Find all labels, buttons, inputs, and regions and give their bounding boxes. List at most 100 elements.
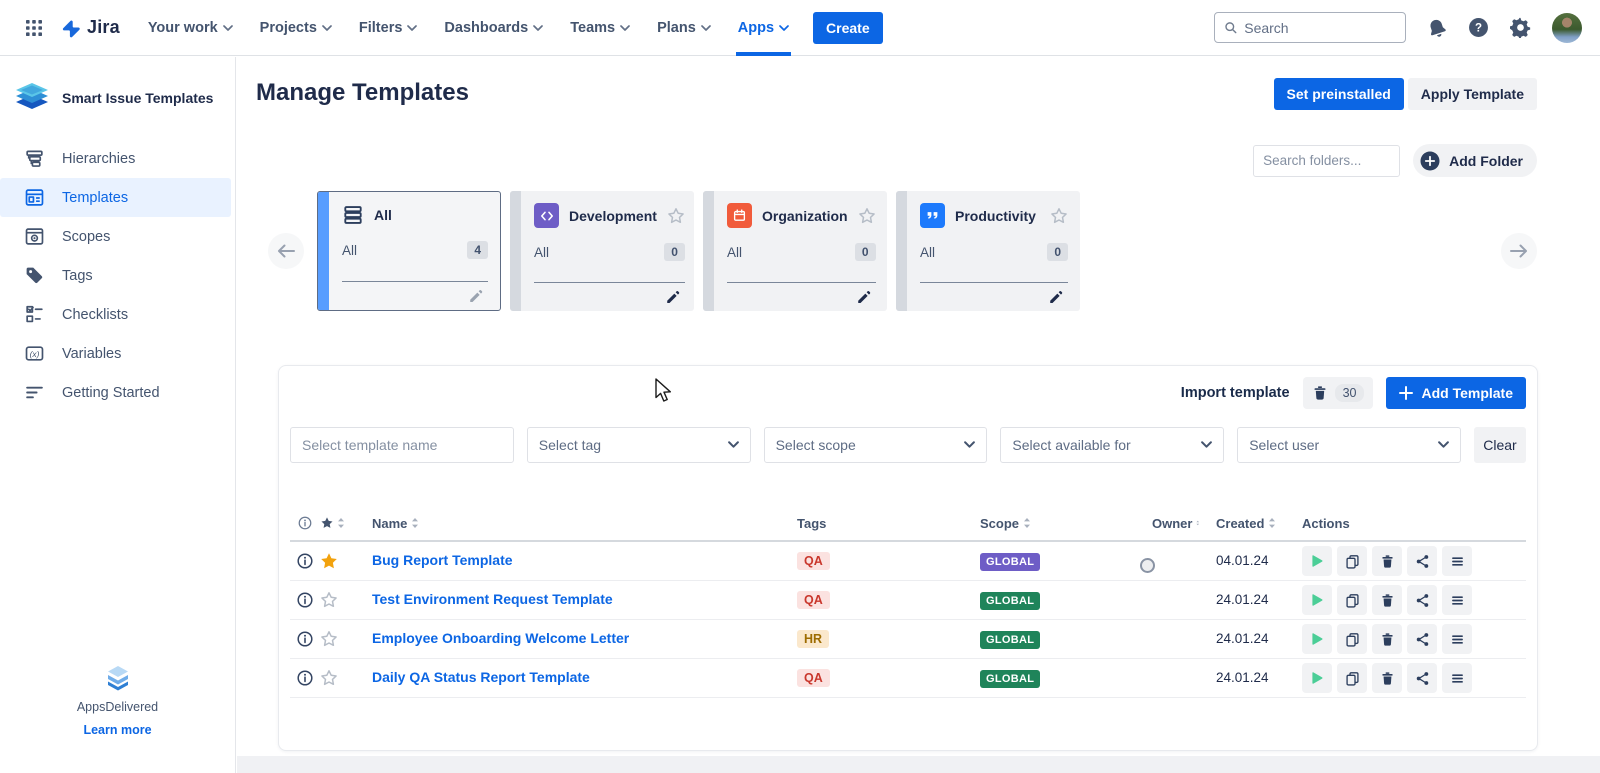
copy-template-button[interactable]: [1337, 624, 1367, 654]
favorite-star-icon[interactable]: [320, 630, 338, 648]
nav-item-dashboards[interactable]: Dashboards: [444, 0, 543, 56]
settings-icon[interactable]: [1510, 17, 1531, 38]
tag-filter-select[interactable]: Select tag: [527, 427, 751, 463]
info-icon[interactable]: [297, 553, 313, 569]
star-icon[interactable]: [1050, 207, 1068, 225]
info-icon[interactable]: [297, 592, 313, 608]
edit-pencil-icon[interactable]: [468, 288, 484, 304]
share-template-button[interactable]: [1407, 624, 1437, 654]
nav-item-apps[interactable]: Apps: [738, 0, 789, 56]
copy-template-button[interactable]: [1337, 546, 1367, 576]
scope-filter-select[interactable]: Select scope: [764, 427, 988, 463]
carousel-prev-button[interactable]: [268, 233, 304, 269]
column-header-created[interactable]: Created: [1200, 516, 1286, 531]
sidebar-item-hierarchies[interactable]: Hierarchies: [0, 139, 231, 178]
nav-item-your-work[interactable]: Your work: [148, 0, 233, 56]
row-menu-button[interactable]: [1442, 546, 1472, 576]
help-icon[interactable]: ?: [1468, 17, 1489, 38]
page-title: Manage Templates: [256, 79, 469, 107]
nav-item-plans[interactable]: Plans: [657, 0, 711, 56]
sidebar-item-scopes[interactable]: Scopes: [0, 217, 231, 256]
copy-template-button[interactable]: [1337, 585, 1367, 615]
info-icon[interactable]: [297, 670, 313, 686]
share-template-button[interactable]: [1407, 663, 1437, 693]
info-icon[interactable]: [297, 631, 313, 647]
template-name-link[interactable]: Daily QA Status Report Template: [372, 669, 590, 685]
jira-logo[interactable]: Jira: [60, 17, 120, 39]
sidebar-item-templates[interactable]: Templates: [0, 178, 231, 217]
star-icon[interactable]: [667, 207, 685, 225]
user-avatar[interactable]: [1552, 13, 1582, 43]
row-menu-button[interactable]: [1442, 585, 1472, 615]
sidebar-item-variables[interactable]: (x) Variables: [0, 334, 231, 373]
folder-sub-label: All: [534, 245, 664, 260]
arrow-right-icon: [1509, 243, 1529, 259]
delete-template-button[interactable]: [1372, 663, 1402, 693]
folder-card-all[interactable]: All All 4: [317, 191, 501, 311]
run-template-button[interactable]: [1302, 624, 1332, 654]
add-folder-button[interactable]: Add Folder: [1413, 144, 1537, 177]
template-name-filter[interactable]: [290, 427, 514, 463]
import-template-button[interactable]: Import template: [1181, 385, 1290, 401]
column-header-scope[interactable]: Scope: [964, 516, 1136, 531]
favorite-star-icon[interactable]: [320, 591, 338, 609]
run-template-button[interactable]: [1302, 585, 1332, 615]
created-date: 24.01.24: [1216, 592, 1269, 607]
notifications-icon[interactable]: [1427, 18, 1447, 38]
row-menu-button[interactable]: [1442, 663, 1472, 693]
scope-lozenge: GLOBAL: [980, 631, 1040, 649]
nav-item-projects[interactable]: Projects: [260, 0, 332, 56]
favorite-star-icon[interactable]: [320, 669, 338, 687]
template-name-link[interactable]: Employee Onboarding Welcome Letter: [372, 630, 629, 646]
sidebar-item-tags[interactable]: Tags: [0, 256, 231, 295]
column-header-owner[interactable]: Owner: [1136, 516, 1200, 531]
user-filter-select[interactable]: Select user: [1237, 427, 1461, 463]
sidebar-item-checklists[interactable]: Checklists: [0, 295, 231, 334]
run-template-button[interactable]: [1302, 663, 1332, 693]
star-icon[interactable]: [858, 207, 876, 225]
folder-card-organization[interactable]: Organization All 0: [703, 191, 887, 311]
search-input[interactable]: [1244, 20, 1396, 36]
delete-template-button[interactable]: [1372, 546, 1402, 576]
folder-card-development[interactable]: Development All 0: [510, 191, 694, 311]
templates-icon: [24, 187, 45, 208]
add-template-button[interactable]: Add Template: [1386, 377, 1526, 409]
sort-arrows-icon: [1268, 517, 1276, 529]
sort-by-favorite[interactable]: [320, 516, 356, 530]
share-template-button[interactable]: [1407, 546, 1437, 576]
chevron-down-icon: [964, 441, 975, 449]
template-name-input[interactable]: [302, 437, 502, 453]
template-name-link[interactable]: Test Environment Request Template: [372, 591, 613, 607]
available-for-filter-select[interactable]: Select available for: [1000, 427, 1224, 463]
edit-pencil-icon[interactable]: [1048, 289, 1064, 305]
edit-pencil-icon[interactable]: [856, 289, 872, 305]
scope-lozenge: GLOBAL: [980, 553, 1040, 571]
sidebar-item-getting-started[interactable]: Getting Started: [0, 373, 231, 412]
run-template-button[interactable]: [1302, 546, 1332, 576]
trash-bin-button[interactable]: 30: [1303, 377, 1374, 409]
row-menu-button[interactable]: [1442, 624, 1472, 654]
column-header-tags[interactable]: Tags: [781, 516, 964, 531]
copy-template-button[interactable]: [1337, 663, 1367, 693]
apply-template-button[interactable]: Apply Template: [1408, 78, 1537, 110]
clear-filters-button[interactable]: Clear: [1474, 427, 1526, 463]
nav-item-filters[interactable]: Filters: [359, 0, 418, 56]
create-button[interactable]: Create: [813, 12, 883, 44]
carousel-next-button[interactable]: [1501, 233, 1537, 269]
favorite-star-icon[interactable]: [320, 552, 338, 570]
nav-item-label: Your work: [148, 20, 218, 36]
global-search[interactable]: [1214, 12, 1406, 43]
template-name-link[interactable]: Bug Report Template: [372, 552, 513, 568]
folder-card-productivity[interactable]: Productivity All 0: [896, 191, 1080, 311]
folder-search-input[interactable]: [1253, 145, 1400, 177]
delete-template-button[interactable]: [1372, 585, 1402, 615]
app-switcher-icon[interactable]: [18, 12, 50, 44]
nav-item-teams[interactable]: Teams: [570, 0, 630, 56]
learn-more-link[interactable]: Learn more: [83, 723, 151, 737]
column-header-name[interactable]: Name: [356, 516, 781, 531]
delete-template-button[interactable]: [1372, 624, 1402, 654]
set-preinstalled-button[interactable]: Set preinstalled: [1274, 78, 1404, 110]
tag-lozenge: QA: [797, 669, 830, 687]
share-template-button[interactable]: [1407, 585, 1437, 615]
edit-pencil-icon[interactable]: [665, 289, 681, 305]
